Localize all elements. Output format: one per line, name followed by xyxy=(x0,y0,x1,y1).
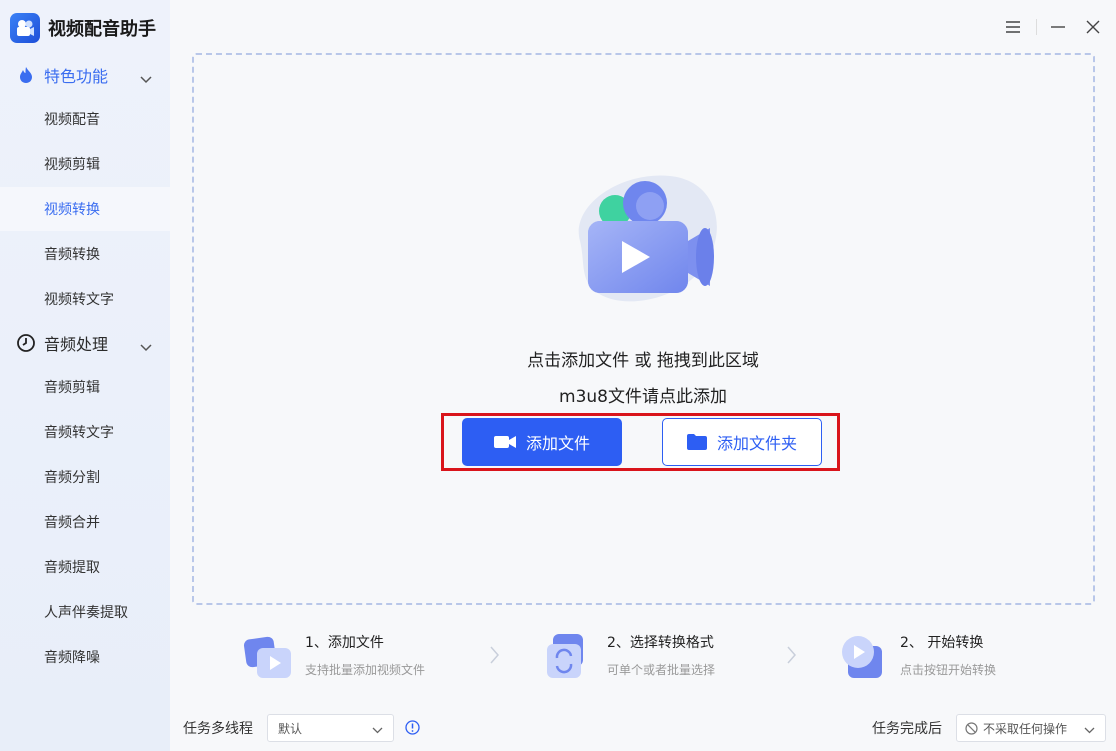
add-folder-button[interactable]: 添加文件夹 xyxy=(662,418,822,466)
after-task-value: 不采取任何操作 xyxy=(983,721,1068,736)
chevron-down-icon xyxy=(1084,723,1095,737)
step-desc: 支持批量添加视频文件 xyxy=(305,663,426,677)
threads-label: 任务多线程 xyxy=(183,721,253,737)
app-brand: 视频配音助手 xyxy=(10,12,156,44)
sidebar-item-label: 视频剪辑 xyxy=(44,157,100,173)
sidebar-item-audio-denoise[interactable]: 音频降噪 xyxy=(0,635,170,679)
sidebar-item-label: 音频剪辑 xyxy=(44,380,100,396)
m3u8-hint-link[interactable]: m3u8文件请点此添加 xyxy=(170,382,1116,407)
sidebar-item-label: 视频转文字 xyxy=(44,292,114,308)
add-file-label: 添加文件 xyxy=(525,434,590,453)
chevron-down-icon xyxy=(140,337,152,356)
chevron-down-icon xyxy=(372,723,383,737)
close-icon[interactable] xyxy=(1080,14,1106,40)
video-camera-icon xyxy=(560,166,730,311)
sidebar-item-label: 音频转换 xyxy=(44,247,100,263)
chevron-right-icon xyxy=(490,646,500,668)
sidebar-item-label: 视频转换 xyxy=(44,202,100,218)
sidebar-item-audio-to-text[interactable]: 音频转文字 xyxy=(0,410,170,454)
sidebar-item-label: 视频配音 xyxy=(44,112,100,128)
threads-select[interactable]: 默认 xyxy=(267,714,394,742)
sidebar-item-audio-edit[interactable]: 音频剪辑 xyxy=(0,365,170,409)
section-audio-label: 音频处理 xyxy=(44,335,109,354)
chevron-down-icon xyxy=(140,69,152,88)
menu-icon[interactable] xyxy=(1000,14,1026,40)
step-add-file: 1、添加文件 支持批量添加视频文件 xyxy=(243,628,493,684)
sidebar-item-vocal-extract[interactable]: 人声伴奏提取 xyxy=(0,590,170,634)
folder-icon xyxy=(686,434,707,450)
add-file-button[interactable]: 添加文件 xyxy=(462,418,622,466)
play-step-icon xyxy=(838,632,888,680)
main-panel: 点击添加文件 或 拖拽到此区域 m3u8文件请点此添加 添加文件 添加文件夹 1… xyxy=(170,0,1116,751)
section-featured[interactable]: 特色功能 xyxy=(0,57,170,93)
sidebar-item-audio-split[interactable]: 音频分割 xyxy=(0,455,170,499)
sidebar-item-audio-extract[interactable]: 音频提取 xyxy=(0,545,170,589)
step-title: 2、 开始转换 xyxy=(900,635,984,651)
sidebar-item-label: 音频转文字 xyxy=(44,425,114,441)
video-icon xyxy=(493,436,516,448)
chevron-right-icon xyxy=(787,646,797,668)
sidebar-item-label: 音频合并 xyxy=(44,515,100,531)
convert-format-step-icon xyxy=(545,632,595,680)
sidebar-item-video-dubbing[interactable]: 视频配音 xyxy=(0,97,170,141)
minimize-icon[interactable] xyxy=(1045,14,1071,40)
sidebar-item-label: 音频降噪 xyxy=(44,650,100,666)
info-icon[interactable] xyxy=(405,720,420,739)
app-title: 视频配音助手 xyxy=(48,19,156,40)
sidebar-item-video-edit[interactable]: 视频剪辑 xyxy=(0,142,170,186)
sidebar-item-audio-merge[interactable]: 音频合并 xyxy=(0,500,170,544)
section-featured-label: 特色功能 xyxy=(44,67,109,86)
clock-icon xyxy=(16,333,36,353)
sidebar-item-label: 音频提取 xyxy=(44,560,100,576)
sidebar: 视频配音助手 特色功能 视频配音 视频剪辑 视频转换 音频转换 视频转文字 音频… xyxy=(0,0,170,751)
step-desc: 点击按钮开始转换 xyxy=(900,663,997,677)
sidebar-item-video-to-text[interactable]: 视频转文字 xyxy=(0,277,170,321)
flame-icon xyxy=(16,65,36,85)
drop-hint-text: 点击添加文件 或 拖拽到此区域 xyxy=(527,351,759,371)
after-task-label: 任务完成后 xyxy=(872,721,942,737)
step-title: 1、添加文件 xyxy=(305,635,384,651)
sidebar-item-label: 人声伴奏提取 xyxy=(44,605,128,621)
ban-icon xyxy=(965,722,978,738)
threads-value: 默认 xyxy=(278,721,303,736)
sidebar-item-video-convert[interactable]: 视频转换 xyxy=(0,187,170,231)
sidebar-item-label: 音频分割 xyxy=(44,470,100,486)
step-desc: 可单个或者批量选择 xyxy=(607,663,716,677)
title-divider xyxy=(1036,19,1037,35)
add-video-step-icon xyxy=(243,632,293,680)
step-start-convert: 2、 开始转换 点击按钮开始转换 xyxy=(838,628,1088,684)
after-task-select[interactable]: 不采取任何操作 xyxy=(956,714,1106,742)
step-title: 2、选择转换格式 xyxy=(607,635,714,651)
sidebar-item-audio-convert[interactable]: 音频转换 xyxy=(0,232,170,276)
section-audio-processing[interactable]: 音频处理 xyxy=(0,325,170,361)
add-folder-label: 添加文件夹 xyxy=(716,434,797,453)
step-select-format: 2、选择转换格式 可单个或者批量选择 xyxy=(545,628,795,684)
file-dropzone[interactable] xyxy=(192,53,1095,605)
app-logo-icon xyxy=(10,13,40,43)
